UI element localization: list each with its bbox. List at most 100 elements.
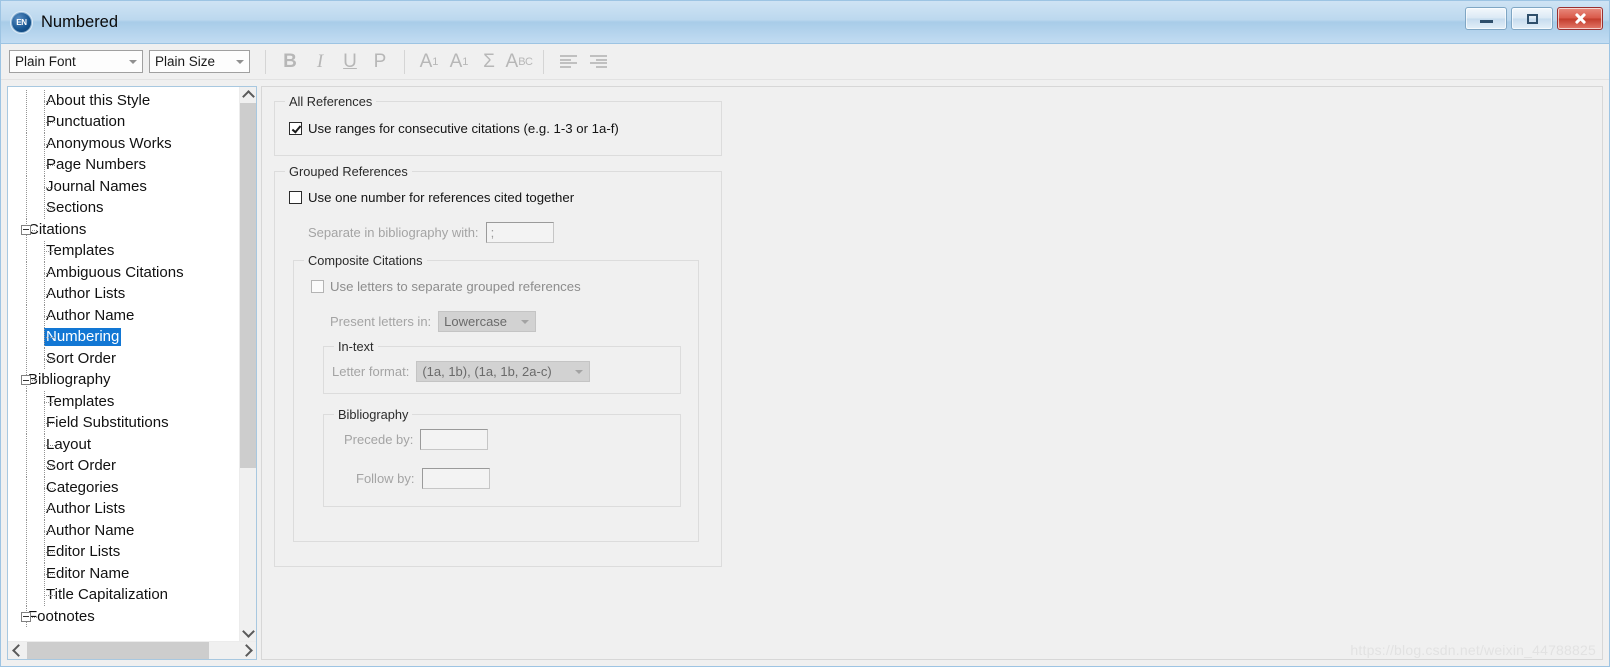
follow-by-input[interactable] bbox=[421, 468, 490, 489]
present-letters-in-label: Present letters in: bbox=[330, 314, 432, 329]
tree-item-title-capitalization[interactable]: Title Capitalization bbox=[8, 584, 239, 606]
tree-indent bbox=[8, 348, 55, 370]
tree-guide-line bbox=[26, 520, 27, 542]
tree-item-label: Numbering bbox=[44, 328, 122, 347]
plain-button[interactable]: P bbox=[365, 48, 395, 75]
tree-item-about-this-style[interactable]: About this Style bbox=[8, 90, 239, 112]
window-controls bbox=[1465, 7, 1603, 30]
tree-item-label: Page Numbers bbox=[46, 156, 147, 174]
align-right-button[interactable] bbox=[583, 48, 613, 75]
use-ranges-label: Use ranges for consecutive citations (e.… bbox=[308, 121, 619, 136]
subscript-button[interactable]: A1 bbox=[444, 48, 474, 75]
chevron-down-icon bbox=[231, 59, 249, 64]
tree-item-templates[interactable]: Templates bbox=[8, 240, 239, 262]
chevron-down-icon bbox=[241, 625, 255, 638]
tree-item-page-numbers[interactable]: Page Numbers bbox=[8, 154, 239, 176]
superscript-button[interactable]: A1 bbox=[414, 48, 444, 75]
tree-item-ambiguous-citations[interactable]: Ambiguous Citations bbox=[8, 262, 239, 284]
letter-format-dropdown[interactable]: (1a, 1b), (1a, 1b, 2a-c) bbox=[416, 361, 591, 382]
use-ranges-checkbox[interactable] bbox=[289, 122, 302, 135]
precede-by-input[interactable] bbox=[420, 429, 489, 450]
tree-indent bbox=[8, 412, 55, 434]
tree-expander-icon[interactable] bbox=[21, 224, 31, 235]
tree-guide-line bbox=[44, 315, 55, 317]
tree-indent bbox=[8, 240, 55, 262]
tree-item-journal-names[interactable]: Journal Names bbox=[8, 176, 239, 198]
tree-item-label: Author Lists bbox=[46, 500, 126, 518]
close-button[interactable] bbox=[1557, 7, 1603, 30]
bibliography-group: Bibliography Precede by: Follow by: bbox=[323, 407, 681, 507]
tree-guide-line bbox=[26, 434, 27, 456]
tree-indent bbox=[8, 154, 55, 176]
tree-indent bbox=[8, 434, 55, 456]
tree-item-editor-lists[interactable]: Editor Lists bbox=[8, 541, 239, 563]
tree-indent bbox=[8, 541, 55, 563]
letter-format-value: (1a, 1b), (1a, 1b, 2a-c) bbox=[422, 364, 552, 379]
tree-item-field-substitutions[interactable]: Field Substitutions bbox=[8, 412, 239, 434]
tree-item-sort-order[interactable]: Sort Order bbox=[8, 455, 239, 477]
tree-horizontal-scrollbar[interactable] bbox=[8, 641, 256, 659]
chevron-down-icon bbox=[521, 319, 530, 324]
tree-item-punctuation[interactable]: Punctuation bbox=[8, 111, 239, 133]
tree-expander-icon[interactable] bbox=[21, 375, 31, 386]
use-letters-checkbox-row[interactable]: Use letters to separate grouped referenc… bbox=[311, 279, 581, 294]
use-one-number-checkbox[interactable] bbox=[289, 191, 302, 204]
horizontal-scroll-thumb[interactable] bbox=[27, 642, 209, 659]
toolbar-separator bbox=[404, 49, 405, 74]
tree-guide-line bbox=[26, 412, 27, 434]
underline-button[interactable]: U bbox=[335, 48, 365, 75]
chevron-down-icon bbox=[124, 59, 142, 64]
tree-indent bbox=[8, 219, 38, 241]
use-letters-checkbox[interactable] bbox=[311, 280, 324, 293]
tree-item-categories[interactable]: Categories bbox=[8, 477, 239, 499]
use-one-number-checkbox-row[interactable]: Use one number for references cited toge… bbox=[289, 190, 574, 205]
tree-guide-line bbox=[26, 305, 27, 327]
scroll-right-button[interactable] bbox=[239, 642, 256, 659]
tree-item-templates[interactable]: Templates bbox=[8, 391, 239, 413]
present-letters-in-dropdown[interactable]: Lowercase bbox=[438, 311, 537, 332]
spellcheck-button[interactable]: A BC bbox=[504, 48, 534, 75]
tree-indent bbox=[8, 563, 55, 585]
tree-guide-line bbox=[44, 337, 55, 339]
bold-button[interactable]: B bbox=[275, 48, 305, 75]
scroll-up-button[interactable] bbox=[240, 87, 256, 103]
minimize-button[interactable] bbox=[1465, 7, 1507, 30]
align-left-button[interactable] bbox=[553, 48, 583, 75]
tree-indent bbox=[8, 391, 55, 413]
tree-item-author-lists[interactable]: Author Lists bbox=[8, 498, 239, 520]
tree-item-layout[interactable]: Layout bbox=[8, 434, 239, 456]
tree-item-label: About this Style bbox=[46, 91, 151, 109]
tree-indent bbox=[8, 606, 38, 628]
separate-in-bibliography-input[interactable]: ; bbox=[485, 222, 554, 243]
restore-button[interactable] bbox=[1511, 7, 1553, 30]
scroll-left-button[interactable] bbox=[8, 642, 25, 659]
vertical-scroll-track[interactable] bbox=[240, 103, 256, 625]
style-section-tree[interactable]: About this Style Punctuation Anonymous Wor… bbox=[8, 87, 239, 641]
vertical-scroll-thumb[interactable] bbox=[240, 103, 256, 469]
tree-item-citations[interactable]: Citations bbox=[8, 219, 239, 241]
tree-item-sections[interactable]: Sections bbox=[8, 197, 239, 219]
tree-expander-icon[interactable] bbox=[21, 611, 31, 622]
tree-item-label: Author Lists bbox=[46, 285, 126, 303]
tree-item-author-name[interactable]: Author Name bbox=[8, 520, 239, 542]
scroll-down-button[interactable] bbox=[240, 625, 256, 641]
tree-item-author-lists[interactable]: Author Lists bbox=[8, 283, 239, 305]
style-section-tree-pane: About this Style Punctuation Anonymous Wor… bbox=[7, 86, 257, 660]
tree-item-author-name[interactable]: Author Name bbox=[8, 305, 239, 327]
use-ranges-checkbox-row[interactable]: Use ranges for consecutive citations (e.… bbox=[289, 121, 619, 136]
tree-vertical-scrollbar[interactable] bbox=[239, 87, 256, 641]
horizontal-scroll-track[interactable] bbox=[25, 642, 239, 659]
precede-by-label: Precede by: bbox=[344, 432, 414, 447]
font-family-combo[interactable]: Plain Font bbox=[9, 50, 143, 73]
tree-item-sort-order[interactable]: Sort Order bbox=[8, 348, 239, 370]
tree-item-label: Anonymous Works bbox=[46, 134, 172, 152]
tree-item-bibliography[interactable]: Bibliography bbox=[8, 369, 239, 391]
italic-button[interactable]: I bbox=[305, 48, 335, 75]
symbol-button[interactable]: Σ bbox=[474, 48, 504, 75]
font-size-combo[interactable]: Plain Size bbox=[149, 50, 250, 73]
tree-item-anonymous-works[interactable]: Anonymous Works bbox=[8, 133, 239, 155]
tree-item-numbering[interactable]: Numbering bbox=[8, 326, 239, 348]
tree-item-footnotes[interactable]: Footnotes bbox=[8, 606, 239, 628]
tree-indent bbox=[8, 498, 55, 520]
tree-item-editor-name[interactable]: Editor Name bbox=[8, 563, 239, 585]
